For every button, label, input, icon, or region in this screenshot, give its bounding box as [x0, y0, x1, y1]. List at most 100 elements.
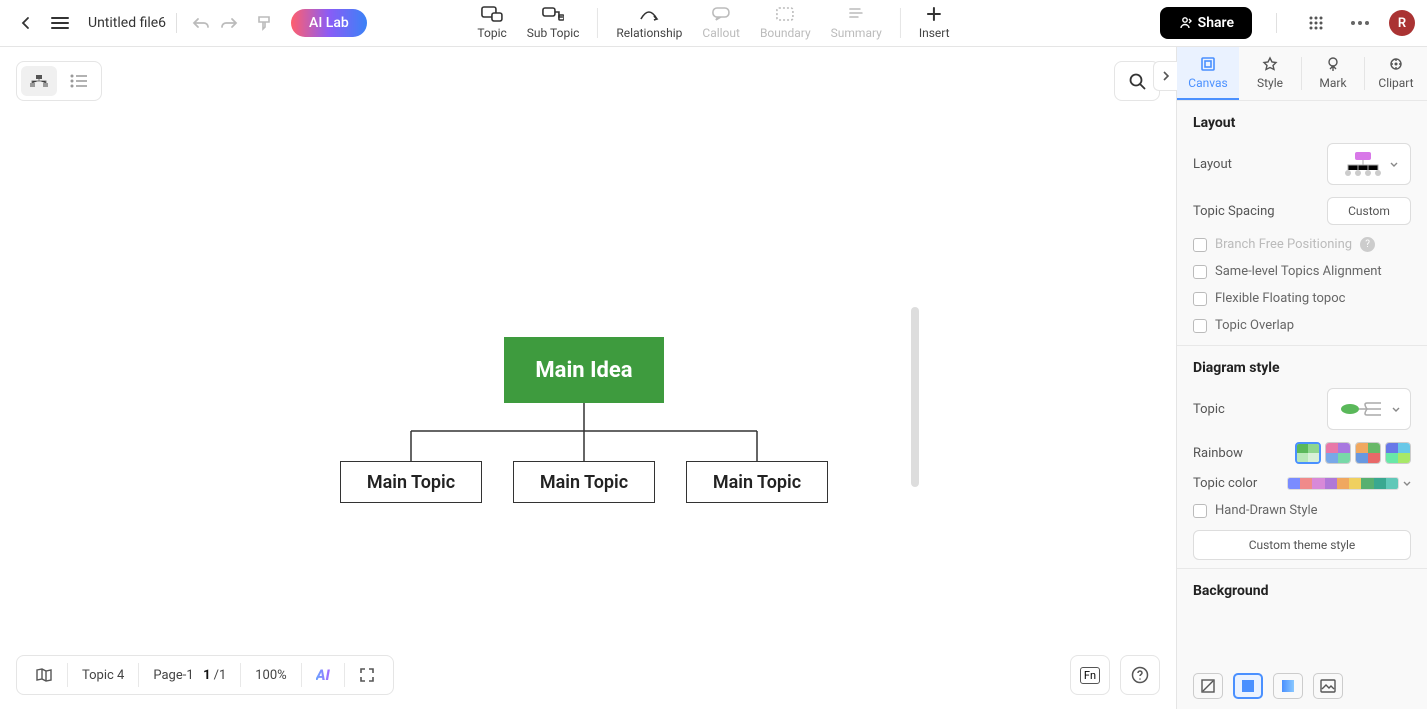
canvas-area[interactable]: Main Idea Main Topic Main Topic Main Top… — [0, 47, 1176, 709]
help-icon — [1131, 666, 1149, 684]
tool-label: Sub Topic — [527, 26, 580, 40]
page-total: 1 — [219, 668, 226, 683]
fn-button[interactable]: Fn — [1070, 655, 1110, 695]
chk-label: Same-level Topics Alignment — [1215, 264, 1382, 279]
chk-label: Topic Overlap — [1215, 318, 1294, 333]
none-icon — [1200, 678, 1216, 694]
chk-label: Branch Free Positioning — [1215, 237, 1352, 252]
chevron-right-icon — [1162, 70, 1170, 82]
tab-label: Canvas — [1188, 76, 1227, 90]
search-icon — [1128, 72, 1146, 90]
bg-gradient[interactable] — [1273, 673, 1303, 699]
child-node[interactable]: Main Topic — [686, 461, 828, 503]
view-outline-button[interactable] — [61, 66, 97, 96]
rainbow-opt-1[interactable] — [1295, 442, 1321, 464]
help-icon[interactable]: ? — [1360, 237, 1375, 252]
custom-theme-button[interactable]: Custom theme style — [1193, 530, 1411, 560]
tool-label: Callout — [702, 26, 740, 40]
summary-icon — [848, 7, 864, 21]
section-title: Background — [1193, 583, 1411, 599]
view-mindmap-button[interactable] — [21, 66, 57, 96]
redo-button[interactable] — [215, 9, 243, 37]
checkbox[interactable] — [1193, 319, 1207, 333]
rainbow-opt-3[interactable] — [1355, 442, 1381, 464]
checkbox-branch-free: Branch Free Positioning ? — [1193, 237, 1411, 252]
panel-body: Layout Layout Topic Spacing Custom Branc… — [1177, 101, 1427, 673]
style-icon — [1262, 56, 1278, 72]
undo-button[interactable] — [187, 9, 215, 37]
gradient-icon — [1281, 679, 1295, 693]
tool-relationship[interactable]: Relationship — [606, 2, 692, 42]
divider — [1276, 13, 1277, 33]
topic-color-strip[interactable] — [1287, 477, 1399, 490]
topic-count[interactable]: Topic 4 — [68, 656, 138, 694]
tool-boundary: Boundary — [750, 2, 821, 42]
checkbox-same-level[interactable]: Same-level Topics Alignment — [1193, 264, 1411, 279]
bg-image[interactable] — [1313, 673, 1343, 699]
boundary-icon — [776, 7, 794, 21]
rainbow-opt-2[interactable] — [1325, 442, 1351, 464]
zoom-level[interactable]: 100% — [241, 656, 300, 694]
root-node[interactable]: Main Idea — [504, 337, 664, 403]
tab-label: Style — [1257, 76, 1283, 90]
toolbar: Topic Sub Topic Relationship Callout Bou… — [467, 2, 959, 42]
tab-mark[interactable]: Mark — [1302, 47, 1364, 100]
topic-style-selector[interactable] — [1327, 388, 1411, 430]
checkbox-flexible[interactable]: Flexible Floating topoc — [1193, 291, 1411, 306]
divider — [176, 13, 177, 33]
tool-topic[interactable]: Topic — [467, 2, 516, 42]
page-indicator[interactable]: Page-1 1 / 1 — [139, 656, 240, 694]
checkbox-handdrawn[interactable]: Hand-Drawn Style — [1193, 503, 1411, 518]
rainbow-opt-4[interactable] — [1385, 442, 1411, 464]
section-title: Diagram style — [1193, 360, 1411, 376]
tool-callout: Callout — [692, 2, 750, 42]
collapse-panel-button[interactable] — [1153, 61, 1177, 91]
format-painter-button[interactable] — [251, 9, 279, 37]
checkbox[interactable] — [1193, 504, 1207, 518]
share-button[interactable]: Share — [1160, 7, 1252, 39]
tool-insert[interactable]: Insert — [909, 2, 960, 42]
tab-canvas[interactable]: Canvas — [1177, 47, 1239, 100]
topic-icon — [481, 6, 503, 22]
tab-style[interactable]: Style — [1239, 47, 1301, 100]
more-button[interactable] — [1345, 8, 1375, 38]
rainbow-options — [1295, 442, 1411, 464]
file-name[interactable]: Untitled file6 — [88, 15, 166, 31]
bg-none[interactable] — [1193, 673, 1223, 699]
fullscreen-button[interactable] — [345, 656, 389, 694]
tool-label: Boundary — [760, 26, 811, 40]
chevron-left-icon — [19, 16, 33, 30]
help-button[interactable] — [1120, 655, 1160, 695]
subtopic-icon — [542, 6, 564, 22]
fn-icon: Fn — [1080, 667, 1100, 684]
redo-icon — [220, 16, 238, 30]
ai-button[interactable]: AI — [302, 656, 344, 694]
layout-selector[interactable] — [1327, 143, 1411, 185]
vertical-scrollbar[interactable] — [911, 307, 919, 487]
tab-clipart[interactable]: Clipart — [1365, 47, 1427, 100]
ai-lab-button[interactable]: AI Lab — [291, 9, 367, 37]
back-button[interactable] — [12, 9, 40, 37]
tool-label: Summary — [831, 26, 882, 40]
more-icon — [1351, 21, 1369, 25]
chk-label: Hand-Drawn Style — [1215, 503, 1318, 518]
user-avatar[interactable]: R — [1389, 10, 1415, 36]
bg-solid[interactable] — [1233, 673, 1263, 699]
topic-preview-icon — [1338, 396, 1388, 422]
child-node[interactable]: Main Topic — [513, 461, 655, 503]
chevron-down-icon[interactable] — [1403, 481, 1411, 486]
divider — [900, 8, 901, 38]
checkbox[interactable] — [1193, 292, 1207, 306]
map-view-button[interactable] — [21, 656, 67, 694]
background-options — [1177, 673, 1427, 709]
menu-button[interactable] — [46, 9, 74, 37]
spacing-button[interactable]: Custom — [1327, 197, 1411, 225]
divider — [597, 8, 598, 38]
tool-subtopic[interactable]: Sub Topic — [517, 2, 590, 42]
checkbox[interactable] — [1193, 265, 1207, 279]
grid-icon — [1308, 15, 1324, 31]
apps-button[interactable] — [1301, 8, 1331, 38]
checkbox-overlap[interactable]: Topic Overlap — [1193, 318, 1411, 333]
topic-label: Topic — [1193, 402, 1225, 417]
child-node[interactable]: Main Topic — [340, 461, 482, 503]
